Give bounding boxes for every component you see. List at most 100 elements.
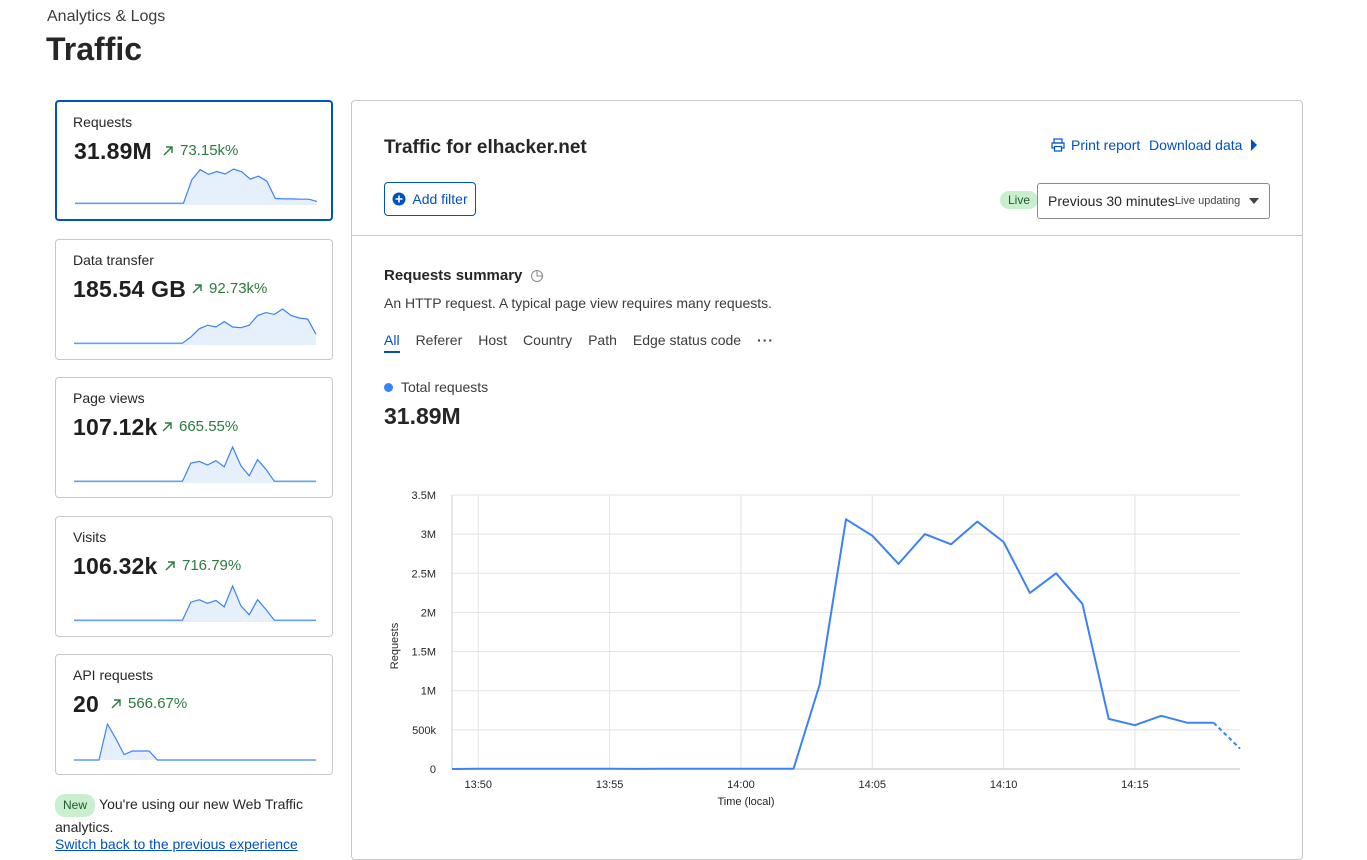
card-change-value: 73.15k% [180,142,239,159]
data-point[interactable] [1053,570,1059,576]
legend-label: Total requests [401,379,489,395]
page-title: Traffic [46,31,143,67]
data-point[interactable] [554,766,560,772]
more-options-icon[interactable]: ··· [757,332,774,353]
data-point[interactable] [1106,716,1112,722]
metric-card-data-transfer[interactable]: Data transfer 185.54 GB 92.73k% [55,239,333,360]
time-range-sub: Live updating [1174,195,1241,207]
tab-all[interactable]: All [384,332,400,353]
data-point[interactable] [869,533,875,539]
data-point[interactable] [1158,713,1164,719]
summary-title-text: Requests summary [384,267,523,284]
card-change: 73.15k% [162,142,238,159]
sparkline-area [74,586,316,622]
x-tick-label: 14:10 [990,779,1018,791]
data-point[interactable] [1079,601,1085,607]
data-point[interactable] [449,766,455,772]
data-point[interactable] [633,766,639,772]
y-axis-label: Requests [389,622,401,669]
card-change: 566.67% [110,695,187,712]
chevron-down-icon [1249,198,1259,204]
card-label: API requests [73,667,154,683]
metric-card-page-views[interactable]: Page views 107.12k 665.55% [55,377,333,498]
metric-card-requests[interactable]: Requests 31.89M 73.15k% [55,100,333,221]
y-tick-label: 3.5M [412,490,436,502]
card-label: Requests [73,114,133,130]
tab-path[interactable]: Path [588,332,617,353]
data-point[interactable] [764,766,770,772]
pie-chart-icon[interactable] [530,269,544,283]
chart-legend: Total requests [384,379,488,395]
data-point[interactable] [528,766,534,772]
time-range-select[interactable]: Previous 30 minutes Live updating [1037,183,1270,219]
add-filter-button[interactable]: Add filter [384,182,476,216]
y-tick-label: 500k [412,725,436,737]
live-badge: Live [1000,191,1039,209]
data-point[interactable] [948,541,954,547]
tab-edge-status-code[interactable]: Edge status code [633,332,741,353]
data-point[interactable] [1237,746,1243,752]
data-point[interactable] [1001,539,1007,545]
data-point[interactable] [502,766,508,772]
data-point[interactable] [817,681,823,687]
card-sparkline [75,168,318,205]
tab-host[interactable]: Host [478,332,507,353]
x-tick-label: 14:00 [727,779,755,791]
tab-country[interactable]: Country [523,332,572,353]
card-value: 20 [73,691,99,717]
metric-card-visits[interactable]: Visits 106.32k 716.79% [55,516,333,637]
x-tick-label: 13:50 [465,779,493,791]
data-point[interactable] [1211,720,1217,726]
plus-circle-icon [392,192,406,206]
legend-dot-icon [384,382,393,392]
tab-referer[interactable]: Referer [416,332,463,353]
x-tick-label: 13:55 [596,779,624,791]
data-point[interactable] [790,766,796,772]
card-label: Visits [73,529,107,545]
trend-up-icon [163,145,173,155]
data-point[interactable] [659,766,665,772]
x-tick-label: 14:15 [1121,779,1149,791]
metric-card-api-requests[interactable]: API requests 20 566.67% [55,654,333,775]
card-change-value: 716.79% [182,557,242,574]
data-point[interactable] [1184,720,1190,726]
time-range-value: Previous 30 minutes [1048,193,1175,209]
data-point[interactable] [607,766,613,772]
breadcrumb: Analytics & Logs [47,8,166,25]
x-tick-label: 14:05 [859,779,887,791]
y-tick-label: 3M [421,529,436,541]
card-value: 107.12k [73,414,158,440]
data-point[interactable] [475,766,481,772]
print-report-button[interactable]: Print report [1051,137,1140,153]
total-requests-value: 31.89M [384,403,461,429]
trend-up-icon [192,283,202,293]
summary-title: Requests summary [384,267,544,284]
data-point[interactable] [843,516,849,522]
caret-right-icon [1251,139,1258,151]
series-line-partial [1212,722,1241,750]
card-label: Page views [73,390,145,406]
card-sparkline [74,722,316,761]
new-badge: New [55,794,96,817]
card-change: 665.55% [161,418,238,435]
data-point[interactable] [1132,722,1138,728]
data-point[interactable] [922,531,928,537]
card-change-value: 92.73k% [209,280,268,297]
printer-icon [1051,138,1065,152]
y-tick-label: 1.5M [412,647,436,659]
data-point[interactable] [974,519,980,525]
y-tick-label: 2M [421,607,436,619]
data-point[interactable] [896,561,902,567]
data-point[interactable] [685,766,691,772]
card-value: 106.32k [73,553,158,579]
card-change: 92.73k% [191,280,267,297]
card-sparkline [74,445,316,483]
data-point[interactable] [1027,590,1033,596]
data-point[interactable] [712,766,718,772]
y-tick-label: 1M [421,686,436,698]
data-point[interactable] [580,766,586,772]
switch-back-link[interactable]: Switch back to the previous experience [55,836,298,852]
trend-up-icon [111,698,121,708]
download-data-button[interactable]: Download data [1149,137,1258,153]
data-point[interactable] [738,766,744,772]
